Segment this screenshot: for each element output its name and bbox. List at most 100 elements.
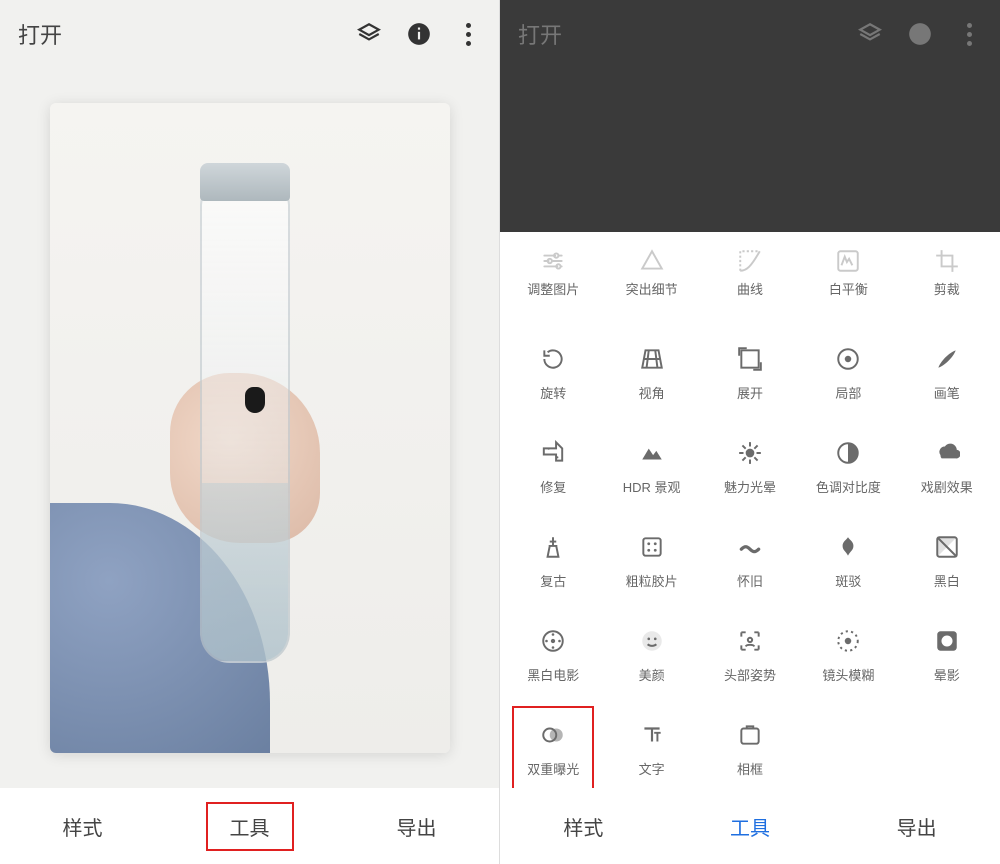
healing-icon <box>539 439 567 467</box>
tool-tune[interactable]: 调整图片 <box>504 232 602 326</box>
tool-label: 旋转 <box>540 383 566 402</box>
curves-icon <box>736 247 764 275</box>
tool-label: 修复 <box>540 477 566 496</box>
drama-icon <box>933 439 961 467</box>
tool-drama[interactable]: 戏剧效果 <box>898 420 996 514</box>
tool-label: 斑驳 <box>835 571 861 590</box>
dimmed-backdrop[interactable]: 打开 <box>500 0 1000 232</box>
tool-tonal[interactable]: 色调对比度 <box>799 420 897 514</box>
layers-icon <box>856 20 884 48</box>
headpose-icon <box>736 627 764 655</box>
tool-curves[interactable]: 曲线 <box>701 232 799 326</box>
tool-label: 调整图片 <box>527 279 579 298</box>
editor-main-screen: 打开 样式 工具 导出 <box>0 0 500 864</box>
tool-brush[interactable]: 画笔 <box>898 326 996 420</box>
vintage-icon <box>539 533 567 561</box>
tool-label: 复古 <box>540 571 566 590</box>
crop-icon <box>933 247 961 275</box>
tool-rotate[interactable]: 旋转 <box>504 326 602 420</box>
tool-label: 剪裁 <box>934 279 960 298</box>
tool-selective[interactable]: 局部 <box>799 326 897 420</box>
tool-healing[interactable]: 修复 <box>504 420 602 514</box>
tool-retrolux[interactable]: 怀旧 <box>701 514 799 608</box>
tool-glamour[interactable]: 魅力光晕 <box>701 420 799 514</box>
tool-label: 戏剧效果 <box>921 477 973 496</box>
tool-vintage[interactable]: 复古 <box>504 514 602 608</box>
tool-label: 双重曝光 <box>527 759 579 778</box>
tool-label: 头部姿势 <box>724 665 776 684</box>
canvas[interactable] <box>0 68 499 788</box>
tool-vignette[interactable]: 晕影 <box>898 608 996 702</box>
tool-grainy[interactable]: 粗粒胶片 <box>602 514 700 608</box>
open-button-dim: 打开 <box>518 18 856 50</box>
details-icon <box>638 247 666 275</box>
header: 打开 <box>0 0 499 68</box>
tool-label: 色调对比度 <box>816 477 881 496</box>
tool-label: 相框 <box>737 759 763 778</box>
tab-tools[interactable]: 工具 <box>206 802 294 851</box>
tab-export[interactable]: 导出 <box>875 804 959 849</box>
tool-label: 文字 <box>639 759 665 778</box>
wb-icon <box>834 247 862 275</box>
tool-wb[interactable]: 白平衡 <box>799 232 897 326</box>
tools-grid: 调整图片 突出细节 曲线 白平衡 剪裁旋转 视角 展开 局部 画笔修复 HDR 景观魅力光晕 色调对… <box>500 232 1000 788</box>
text-icon <box>638 721 666 749</box>
more-menu-icon <box>956 23 982 46</box>
tool-crop[interactable]: 剪裁 <box>898 232 996 326</box>
grainy-icon <box>638 533 666 561</box>
tool-label: 曲线 <box>737 279 763 298</box>
tool-label: 视角 <box>639 383 665 402</box>
tools-panel-screen: 打开 调整图片 突出细节 曲线 白平衡 剪裁旋转 视角 展开 局部 画笔修复 HDR 景观魅力光晕… <box>500 0 1000 864</box>
double-icon <box>539 721 567 749</box>
tool-label: 白平衡 <box>829 279 868 298</box>
retrolux-icon <box>736 533 764 561</box>
tool-noir[interactable]: 黑白电影 <box>504 608 602 702</box>
info-icon <box>906 20 934 48</box>
bottom-nav: 样式 工具 导出 <box>500 788 1000 864</box>
tune-icon <box>539 247 567 275</box>
frames-icon <box>736 721 764 749</box>
tool-expand[interactable]: 展开 <box>701 326 799 420</box>
tool-hdr[interactable]: HDR 景观 <box>602 420 700 514</box>
noir-icon <box>539 627 567 655</box>
tool-details[interactable]: 突出细节 <box>602 232 700 326</box>
tool-frames[interactable]: 相框 <box>701 702 799 788</box>
brush-icon <box>933 345 961 373</box>
header-actions <box>355 20 481 48</box>
more-menu-icon[interactable] <box>455 23 481 46</box>
selective-icon <box>834 345 862 373</box>
bottom-nav: 样式 工具 导出 <box>0 788 499 864</box>
tool-portrait[interactable]: 美颜 <box>602 608 700 702</box>
tool-label: 粗粒胶片 <box>626 571 678 590</box>
tool-label: 黑白电影 <box>527 665 579 684</box>
tool-bw[interactable]: 黑白 <box>898 514 996 608</box>
tab-tools[interactable]: 工具 <box>708 804 792 849</box>
open-button[interactable]: 打开 <box>18 18 355 50</box>
tool-grunge[interactable]: 斑驳 <box>799 514 897 608</box>
info-icon[interactable] <box>405 20 433 48</box>
tool-perspective[interactable]: 视角 <box>602 326 700 420</box>
tool-label: 美颜 <box>639 665 665 684</box>
tool-label: 画笔 <box>934 383 960 402</box>
tonal-icon <box>834 439 862 467</box>
hdr-icon <box>638 439 666 467</box>
tab-styles[interactable]: 样式 <box>41 804 125 849</box>
tool-label: 镜头模糊 <box>822 665 874 684</box>
tab-export[interactable]: 导出 <box>375 804 459 849</box>
tool-label: 晕影 <box>934 665 960 684</box>
tool-label: 突出细节 <box>626 279 678 298</box>
bw-icon <box>933 533 961 561</box>
tool-label: 魅力光晕 <box>724 477 776 496</box>
tool-double[interactable]: 双重曝光 <box>504 702 602 788</box>
layers-icon[interactable] <box>355 20 383 48</box>
tool-text[interactable]: 文字 <box>602 702 700 788</box>
portrait-icon <box>638 627 666 655</box>
grunge-icon <box>834 533 862 561</box>
tool-label: 局部 <box>835 383 861 402</box>
tool-headpose[interactable]: 头部姿势 <box>701 608 799 702</box>
tool-lensblur[interactable]: 镜头模糊 <box>799 608 897 702</box>
rotate-icon <box>539 345 567 373</box>
perspective-icon <box>638 345 666 373</box>
tab-styles[interactable]: 样式 <box>541 804 625 849</box>
tool-label: 展开 <box>737 383 763 402</box>
